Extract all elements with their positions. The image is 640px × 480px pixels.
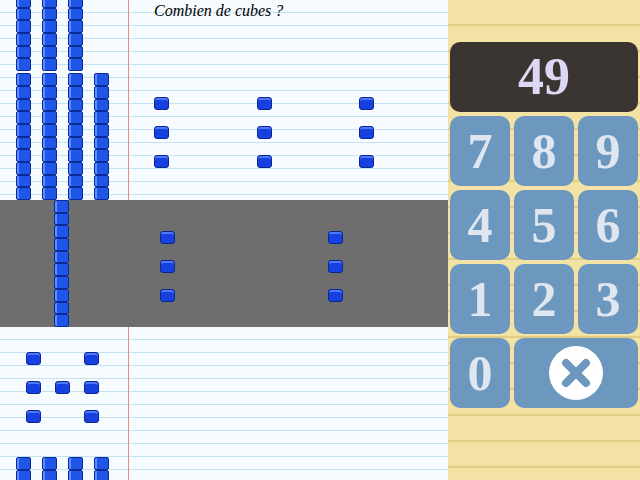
keypad: 7894561230: [450, 116, 638, 408]
rod-line: [16, 0, 83, 71]
unit-cube: [257, 97, 272, 110]
ten-rod: [42, 73, 57, 200]
unit-cube: [84, 352, 99, 365]
unit-cube: [257, 126, 272, 139]
digit-key[interactable]: 0: [450, 338, 510, 408]
unit-cube: [84, 410, 99, 423]
unit-cube: [328, 260, 343, 273]
cube-row[interactable]: [0, 327, 448, 480]
keypad-panel: 497894561230: [448, 0, 640, 480]
ten-rod: [42, 0, 57, 71]
unit-cube: [328, 289, 343, 302]
rod-line: [16, 457, 109, 480]
ten-rod: [94, 73, 109, 200]
unit-cube: [26, 352, 41, 365]
cube-row[interactable]: [0, 200, 448, 327]
exercise-panel: Combien de cubes ?: [0, 0, 448, 480]
question-title: Combien de cubes ?: [154, 0, 448, 22]
ten-rod: [68, 0, 83, 71]
digit-key[interactable]: 3: [578, 264, 638, 334]
ten-rod: [16, 73, 31, 200]
ones-group: [160, 231, 448, 302]
unit-cube: [359, 97, 374, 110]
unit-cube: [154, 97, 169, 110]
digit-key[interactable]: 2: [514, 264, 574, 334]
digit-key[interactable]: 4: [450, 190, 510, 260]
digit-key[interactable]: 7: [450, 116, 510, 186]
digit-key[interactable]: 6: [578, 190, 638, 260]
unit-cube: [154, 126, 169, 139]
cube-row[interactable]: Combien de cubes ?: [0, 0, 448, 200]
unit-cube: [160, 231, 175, 244]
unit-cube: [26, 381, 41, 394]
digit-key[interactable]: 5: [514, 190, 574, 260]
ten-rod: [54, 200, 69, 327]
ten-rod: [42, 457, 57, 480]
answer-display: 49: [450, 42, 638, 112]
unit-cube: [359, 126, 374, 139]
ten-rod: [68, 73, 83, 200]
unit-cube: [160, 289, 175, 302]
ten-rod: [16, 457, 31, 480]
unit-cube: [160, 260, 175, 273]
clear-icon: [547, 344, 605, 402]
digit-key[interactable]: 9: [578, 116, 638, 186]
ten-rod: [94, 457, 109, 480]
ones-group: [26, 352, 99, 423]
rod-line: [16, 73, 109, 200]
digit-key[interactable]: 1: [450, 264, 510, 334]
ones-group: [154, 97, 448, 168]
rod-line: [54, 200, 69, 327]
unit-cube: [154, 155, 169, 168]
unit-cube: [359, 155, 374, 168]
unit-cube: [55, 381, 70, 394]
ten-rod: [16, 0, 31, 71]
unit-cube: [257, 155, 272, 168]
unit-cube: [84, 381, 99, 394]
ten-rod: [68, 457, 83, 480]
unit-cube: [26, 410, 41, 423]
digit-key[interactable]: 8: [514, 116, 574, 186]
clear-button[interactable]: [514, 338, 638, 408]
unit-cube: [328, 231, 343, 244]
